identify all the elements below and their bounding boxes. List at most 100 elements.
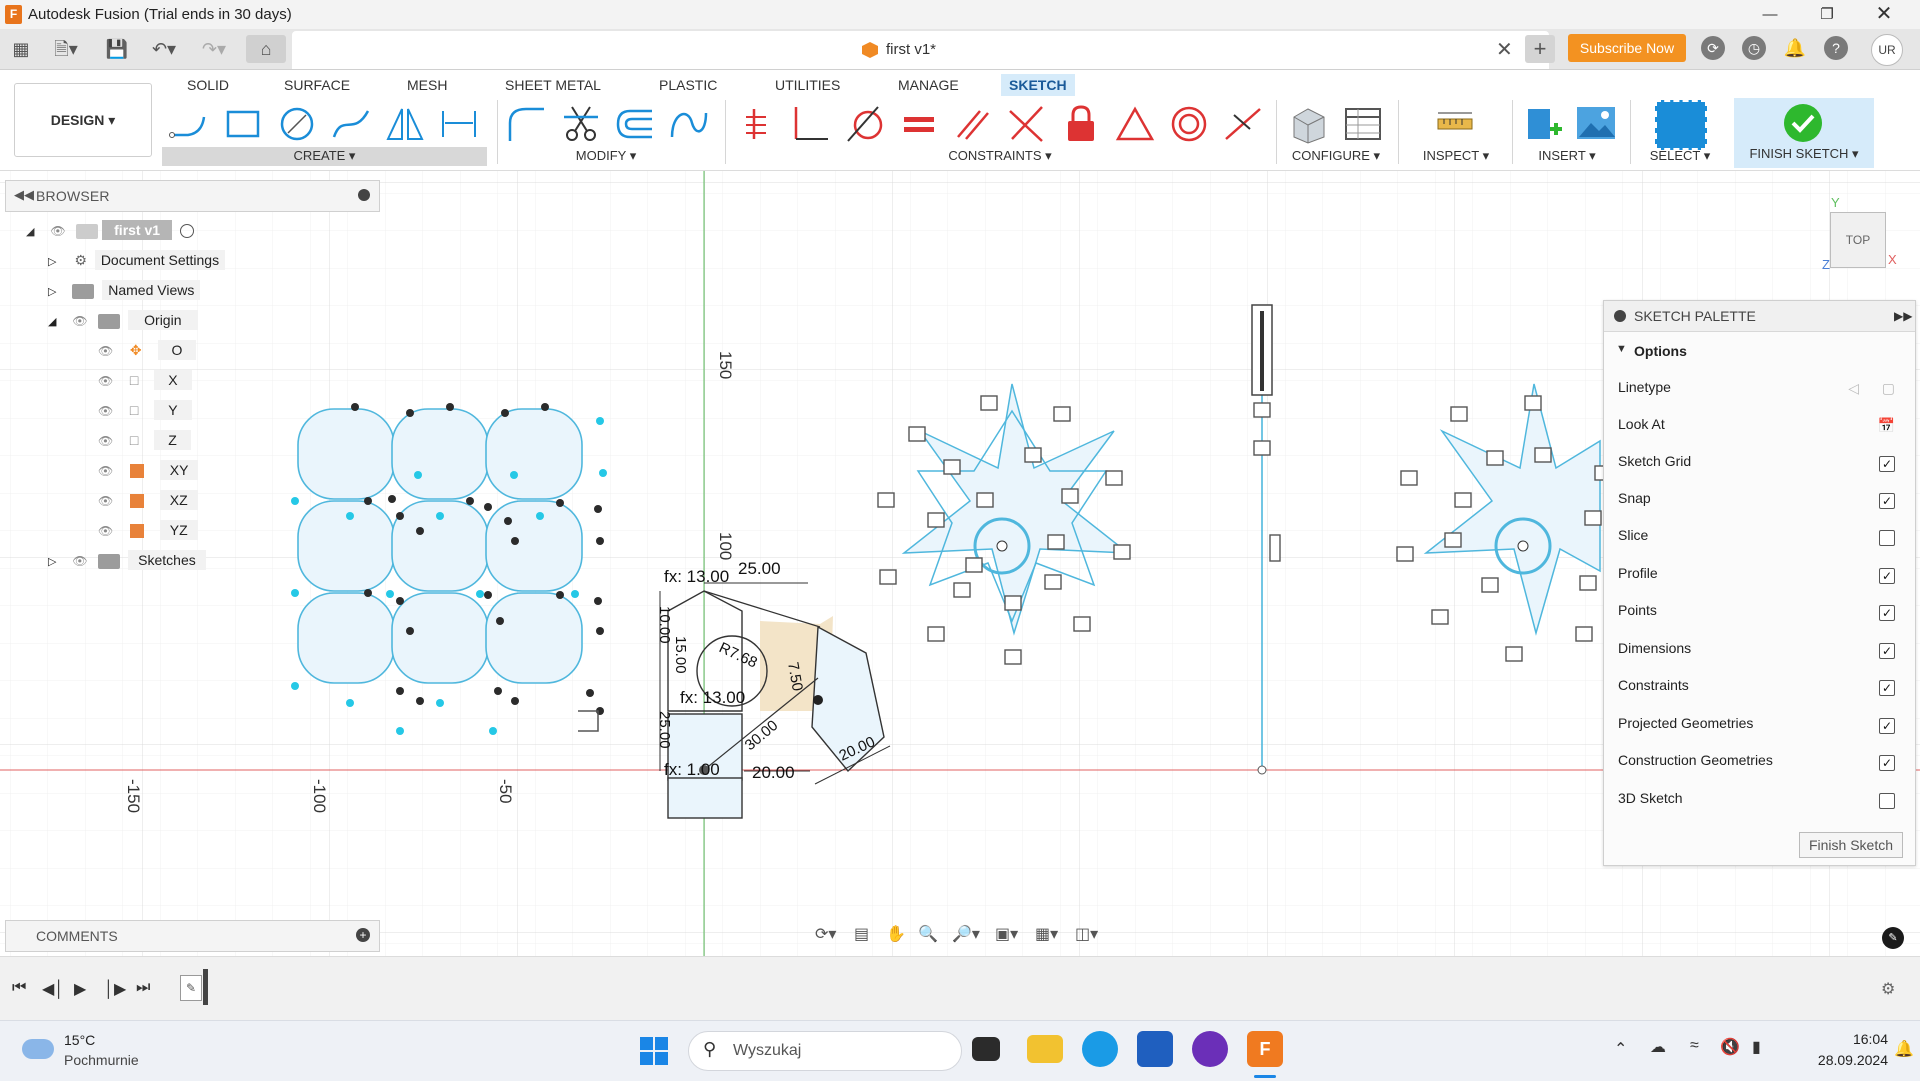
- go-to-start-icon[interactable]: ⏮: [12, 979, 26, 997]
- tree-item-sketches[interactable]: ▷ 👁 Sketches: [48, 547, 206, 573]
- tab-solid[interactable]: SOLID: [179, 74, 237, 96]
- help-icon[interactable]: ?: [1824, 36, 1848, 60]
- construction-geometries-checkbox[interactable]: ✓: [1879, 755, 1895, 771]
- cloud-weather-icon[interactable]: [22, 1039, 54, 1059]
- palette-row-sketch-grid[interactable]: Sketch Grid ✓: [1618, 453, 1903, 475]
- select-menu[interactable]: SELECT ▾: [1632, 148, 1728, 164]
- look-at-icon[interactable]: ▤: [854, 924, 869, 944]
- tray-chevron-up-icon[interactable]: ⌃: [1614, 1039, 1627, 1059]
- browser-panel-header[interactable]: ◀◀ BROWSER: [5, 180, 380, 212]
- wifi-icon[interactable]: ≈: [1690, 1037, 1699, 1055]
- zoom-icon[interactable]: 🔍: [918, 924, 938, 944]
- concentric-constraint-icon[interactable]: [1168, 103, 1210, 145]
- visibility-eye-icon[interactable]: 👁: [98, 458, 114, 484]
- tree-item-z-axis[interactable]: 👁 □ Z: [98, 427, 191, 453]
- tab-mesh[interactable]: MESH: [399, 74, 455, 96]
- microsoft-store-icon[interactable]: [1137, 1031, 1173, 1067]
- measure-ruler-icon[interactable]: [1434, 103, 1476, 145]
- 3d-sketch-checkbox[interactable]: [1879, 793, 1895, 809]
- snap-checkbox[interactable]: ✓: [1879, 493, 1895, 509]
- timeline-settings-gear-icon[interactable]: ⚙: [1881, 979, 1895, 999]
- palette-row-constraints[interactable]: Constraints ✓: [1618, 677, 1903, 699]
- tree-item-x-axis[interactable]: 👁 □ X: [98, 367, 192, 393]
- select-tool-icon[interactable]: [1655, 100, 1707, 150]
- palette-finish-sketch-button[interactable]: Finish Sketch: [1799, 832, 1903, 858]
- taskbar-search-box[interactable]: ⚲ Wyszukaj: [688, 1031, 962, 1071]
- midpoint-constraint-icon[interactable]: [1222, 103, 1264, 145]
- file-menu-icon[interactable]: 🗎▾: [48, 35, 84, 63]
- visibility-eye-icon[interactable]: 👁: [98, 518, 114, 544]
- home-icon[interactable]: ⌂: [246, 35, 286, 63]
- timeline-marker[interactable]: [203, 969, 208, 1005]
- file-explorer-icon[interactable]: [1027, 1035, 1063, 1063]
- tree-item-origin[interactable]: ◢ 👁 Origin: [48, 307, 198, 333]
- fusion-taskbar-icon[interactable]: F: [1247, 1031, 1283, 1067]
- tab-sheet-metal[interactable]: SHEET METAL: [497, 74, 609, 96]
- play-icon[interactable]: ▶: [74, 979, 86, 999]
- insert-menu[interactable]: INSERT ▾: [1512, 148, 1622, 164]
- step-back-icon[interactable]: ◀│: [42, 979, 64, 999]
- configure-menu[interactable]: CONFIGURE ▾: [1284, 148, 1388, 164]
- new-tab-button[interactable]: +: [1525, 35, 1555, 63]
- equal-constraint-icon[interactable]: [898, 103, 940, 145]
- workspace-switcher-button[interactable]: DESIGN ▾: [14, 83, 152, 157]
- expand-palette-icon[interactable]: ▶▶: [1894, 309, 1912, 323]
- clock-time[interactable]: 16:04: [1828, 1031, 1888, 1047]
- triangle-constraint-icon[interactable]: [1114, 103, 1156, 145]
- palette-row-projected-geometries[interactable]: Projected Geometries ✓: [1618, 715, 1903, 737]
- notification-center-icon[interactable]: 🔔: [1894, 1039, 1914, 1059]
- fix-lock-icon[interactable]: [1060, 103, 1102, 145]
- palette-row-3d-sketch[interactable]: 3D Sketch: [1618, 790, 1903, 812]
- palette-row-construction-geometries[interactable]: Construction Geometries ✓: [1618, 752, 1903, 774]
- close-window-icon[interactable]: ✕: [1857, 0, 1911, 29]
- save-icon[interactable]: 💾: [104, 35, 130, 63]
- tab-utilities[interactable]: UTILITIES: [767, 74, 848, 96]
- coincident-constraint-icon[interactable]: [736, 103, 778, 145]
- tracking-icon[interactable]: ✎: [1882, 927, 1904, 949]
- line-tool-icon[interactable]: [168, 103, 210, 145]
- inspect-menu[interactable]: INSPECT ▾: [1404, 148, 1508, 164]
- pan-hand-icon[interactable]: ✋: [886, 924, 906, 944]
- tree-item-yz-plane[interactable]: 👁 YZ: [98, 517, 198, 543]
- palette-row-profile[interactable]: Profile ✓: [1618, 565, 1903, 587]
- tab-plastic[interactable]: PLASTIC: [651, 74, 725, 96]
- viewports-icon[interactable]: ◫▾: [1075, 924, 1098, 944]
- constraints-menu[interactable]: CONSTRAINTS ▾: [736, 148, 1264, 164]
- visibility-eye-icon[interactable]: 👁: [98, 428, 114, 454]
- sketch-palette-header[interactable]: SKETCH PALETTE ▶▶: [1604, 301, 1915, 332]
- comments-panel-header[interactable]: COMMENTS +: [5, 920, 380, 952]
- visibility-eye-icon[interactable]: 👁: [98, 398, 114, 424]
- tree-item-xy-plane[interactable]: 👁 XY: [98, 457, 199, 484]
- user-avatar[interactable]: UR: [1871, 34, 1903, 66]
- undo-icon[interactable]: ↶▾: [146, 35, 182, 63]
- tangent-constraint-icon[interactable]: [844, 103, 886, 145]
- job-status-icon[interactable]: ◷: [1742, 36, 1766, 60]
- points-checkbox[interactable]: ✓: [1879, 605, 1895, 621]
- visibility-eye-icon[interactable]: 👁: [98, 488, 114, 514]
- palette-row-slice[interactable]: Slice: [1618, 527, 1903, 549]
- visibility-eye-icon[interactable]: 👁: [98, 338, 114, 364]
- modify-menu[interactable]: MODIFY ▾: [506, 148, 706, 164]
- clock-date[interactable]: 28.09.2024: [1794, 1052, 1888, 1068]
- windows-start-icon[interactable]: [640, 1037, 668, 1065]
- perpendicular-constraint-icon[interactable]: [790, 103, 832, 145]
- minimize-icon[interactable]: —: [1743, 0, 1797, 29]
- close-tab-icon[interactable]: ✕: [1496, 37, 1513, 62]
- rectangle-tool-icon[interactable]: [222, 103, 264, 145]
- projected-geometries-checkbox[interactable]: ✓: [1879, 718, 1895, 734]
- finish-sketch-button[interactable]: FINISH SKETCH ▾: [1734, 98, 1874, 168]
- circle-tool-icon[interactable]: [276, 103, 318, 145]
- dimensions-checkbox[interactable]: ✓: [1879, 643, 1895, 659]
- profile-checkbox[interactable]: ✓: [1879, 568, 1895, 584]
- visibility-eye-icon[interactable]: 👁: [72, 308, 88, 334]
- configuration-table-icon[interactable]: [1342, 103, 1384, 145]
- insert-canvas-image-icon[interactable]: [1575, 103, 1617, 145]
- construction-linetype-icon[interactable]: ◁: [1848, 380, 1859, 397]
- collapse-panel-icon[interactable]: ◀◀: [14, 187, 34, 203]
- tab-sketch[interactable]: SKETCH: [1001, 74, 1075, 96]
- weather-temperature[interactable]: 15°C: [64, 1032, 95, 1048]
- offset-tool-icon[interactable]: [614, 103, 656, 145]
- tree-item-origin-point[interactable]: 👁 ✥ O: [98, 337, 197, 364]
- tree-item-document-settings[interactable]: ▷ ⚙ Document Settings: [48, 247, 226, 273]
- palette-row-dimensions[interactable]: Dimensions ✓: [1618, 640, 1903, 662]
